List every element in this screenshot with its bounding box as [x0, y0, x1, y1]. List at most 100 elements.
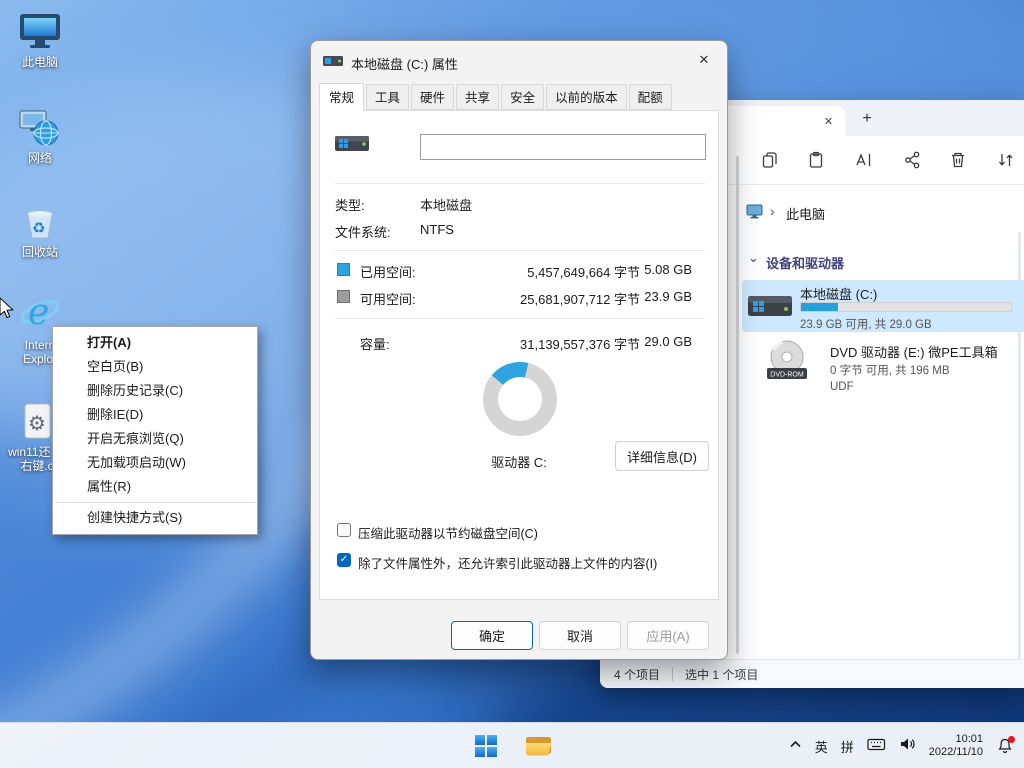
menu-separator: [55, 502, 255, 503]
filesystem-label: 文件系统:: [335, 222, 391, 241]
plus-icon: +: [862, 110, 871, 128]
tray-clock[interactable]: 10:01 2022/11/10: [929, 733, 983, 759]
desktop-icon-recycle-bin[interactable]: ♻ 回收站: [8, 200, 72, 259]
tab-quota[interactable]: 配额: [629, 84, 672, 110]
disk-usage-bar: [800, 302, 1012, 312]
copy-icon[interactable]: [760, 150, 780, 170]
cancel-button[interactable]: 取消: [539, 621, 621, 650]
sort-icon[interactable]: [996, 150, 1016, 170]
start-button[interactable]: [468, 728, 504, 764]
dialog-checkbox[interactable]: [337, 523, 351, 537]
delete-icon[interactable]: [948, 150, 968, 170]
tab-security[interactable]: 安全: [501, 84, 544, 110]
drive-item-c[interactable]: 本地磁盘 (C:) 23.9 GB 可用, 共 29.0 GB: [742, 280, 1024, 332]
donut-hole: [498, 377, 542, 421]
menu-item-delete-history[interactable]: 删除历史记录(C): [53, 379, 257, 403]
menu-item-delete-ie[interactable]: 删除IE(D): [53, 403, 257, 427]
drive-filesystem: UDF: [830, 381, 854, 393]
this-pc-icon: [8, 10, 72, 52]
tab-sharing[interactable]: 共享: [456, 84, 499, 110]
volume-label-input[interactable]: [420, 134, 706, 160]
tab-general[interactable]: 常规: [319, 83, 364, 111]
menu-item-blank-page[interactable]: 空白页(B): [53, 355, 257, 379]
used-space-swatch: [337, 263, 350, 276]
tab-previous-versions[interactable]: 以前的版本: [546, 84, 627, 110]
breadcrumb-pc-icon: [746, 204, 763, 224]
menu-item-no-addons[interactable]: 无加载项启动(W): [53, 451, 257, 475]
tray-expand-chevron-icon[interactable]: [789, 737, 802, 755]
index-checkbox-label[interactable]: 除了文件属性外，还允许索引此驱动器上文件的内容(I): [358, 553, 657, 572]
menu-item-create-shortcut[interactable]: 创建快捷方式(S): [53, 506, 257, 530]
group-header-devices-drives[interactable]: 设备和驱动器: [766, 253, 844, 272]
volume-icon[interactable]: [899, 736, 916, 757]
network-icon: [8, 106, 72, 148]
windows-logo-icon: [475, 735, 497, 757]
svg-text:♻: ♻: [32, 220, 45, 237]
notification-icon[interactable]: [996, 737, 1014, 755]
svg-text:e: e: [28, 292, 49, 333]
apply-button[interactable]: 应用(A): [627, 621, 709, 650]
tab-tools[interactable]: 工具: [366, 84, 409, 110]
menu-item-open[interactable]: 打开(A): [53, 331, 257, 355]
status-bar: 4 个项目 选中 1 个项目: [600, 659, 1024, 688]
context-menu: 打开(A) 空白页(B) 删除历史记录(C) 删除IE(D) 开启无痕浏览(Q)…: [52, 326, 258, 535]
icon-label: 网络: [8, 151, 72, 165]
general-tab-page: 类型: 本地磁盘 文件系统: NTFS 已用空间: 5,457,649,664 …: [319, 110, 719, 600]
breadcrumb[interactable]: 此电脑: [786, 204, 825, 223]
icon-label: 此电脑: [8, 55, 72, 69]
divider: [335, 183, 705, 184]
close-icon: ✕: [824, 115, 833, 128]
tab-bar: 常规 工具 硬件 共享 安全 以前的版本 配额: [319, 89, 674, 110]
ime-language-pinyin[interactable]: 拼: [841, 737, 854, 756]
group-collapse-chevron-icon[interactable]: ⌄: [748, 250, 759, 266]
ok-button[interactable]: 确定: [451, 621, 533, 650]
free-space-size: 23.9 GB: [632, 289, 692, 304]
menu-item-inprivate[interactable]: 开启无痕浏览(Q): [53, 427, 257, 451]
tray-time: 10:01: [929, 733, 983, 746]
touch-keyboard-icon[interactable]: [867, 736, 886, 757]
dialog-checkbox[interactable]: [337, 553, 351, 567]
compress-checkbox-label[interactable]: 压缩此驱动器以节约磁盘空间(C): [358, 523, 538, 542]
taskbar: 英 拼 10:01 2022/11/10: [0, 722, 1024, 768]
mouse-cursor: [0, 297, 15, 320]
status-separator: [672, 667, 673, 681]
free-space-bytes: 25,681,907,712 字节: [520, 289, 640, 308]
close-button[interactable]: ✕: [681, 41, 727, 79]
divider: [335, 318, 705, 319]
drive-icon: [323, 53, 343, 71]
used-space-size: 5.08 GB: [632, 262, 692, 277]
nav-pane-scrollbar[interactable]: [736, 156, 739, 654]
icon-label: 回收站: [8, 245, 72, 259]
drive-free-space: 0 字节 可用, 共 196 MB: [830, 362, 950, 378]
selection-count: 选中 1 个项目: [685, 666, 758, 683]
drive-name: DVD 驱动器 (E:) 微PE工具箱: [830, 342, 998, 361]
ime-language-en[interactable]: 英: [815, 737, 828, 756]
tab-hardware[interactable]: 硬件: [411, 84, 454, 110]
capacity-bytes: 31,139,557,376 字节: [520, 334, 640, 353]
svg-text:⚙: ⚙: [28, 413, 46, 435]
menu-item-properties[interactable]: 属性(R): [53, 475, 257, 499]
share-icon[interactable]: [902, 150, 922, 170]
disc-label: DVD-ROM: [770, 372, 804, 379]
rename-icon[interactable]: [854, 150, 874, 170]
file-explorer-taskbar-button[interactable]: [520, 728, 556, 764]
capacity-label: 容量:: [360, 334, 390, 353]
hard-drive-icon: [748, 288, 792, 329]
paste-icon[interactable]: [806, 150, 826, 170]
tab-close-button[interactable]: ✕: [820, 113, 837, 130]
desktop-icon-this-pc[interactable]: 此电脑: [8, 10, 72, 69]
free-space-label: 可用空间:: [360, 289, 416, 308]
drive-icon-large: [335, 127, 369, 160]
capacity-size: 29.0 GB: [632, 334, 692, 349]
desktop-icon-network[interactable]: 网络: [8, 106, 72, 165]
new-tab-button[interactable]: +: [856, 108, 878, 130]
tray-date: 2022/11/10: [929, 746, 983, 759]
notification-badge: [1008, 736, 1015, 743]
type-value: 本地磁盘: [420, 195, 472, 214]
details-button[interactable]: 详细信息(D): [615, 441, 709, 471]
dvd-drive-icon: DVD-ROM: [766, 338, 808, 387]
disk-usage-fill: [801, 303, 838, 311]
drive-item-dvd[interactable]: DVD-ROM DVD 驱动器 (E:) 微PE工具箱 0 字节 可用, 共 1…: [742, 338, 1024, 400]
breadcrumb-chevron-icon: ›: [770, 203, 775, 219]
drive-free-space: 23.9 GB 可用, 共 29.0 GB: [800, 316, 932, 332]
